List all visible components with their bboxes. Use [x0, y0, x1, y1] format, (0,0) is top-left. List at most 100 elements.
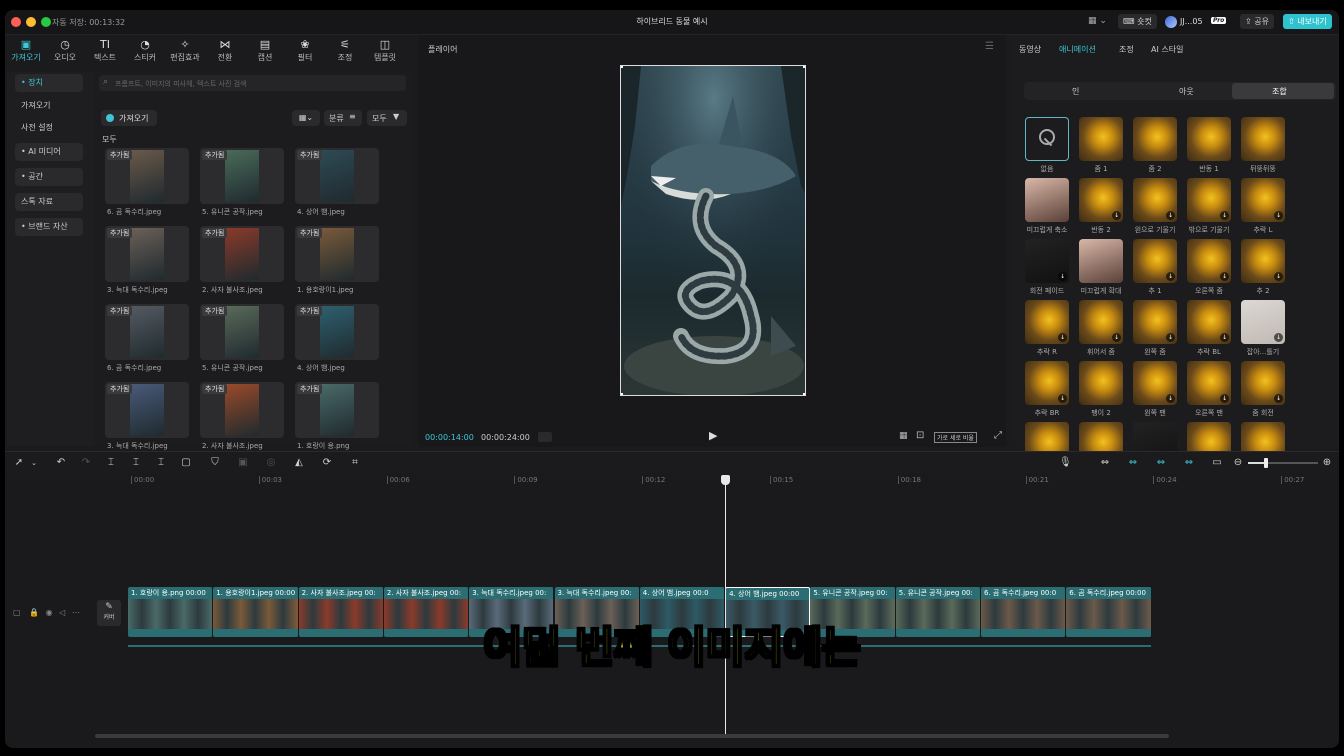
zoom-out-icon[interactable]: ⊖: [1232, 457, 1244, 469]
preview-image[interactable]: [620, 65, 806, 396]
download-icon[interactable]: ↓: [1166, 333, 1175, 342]
media-thumbnail[interactable]: 추가됨: [295, 304, 379, 360]
sidebar-item-preset[interactable]: 사전 설정: [15, 119, 83, 137]
download-icon[interactable]: ↓: [1112, 333, 1121, 342]
fit-icon[interactable]: ▦: [899, 431, 908, 441]
mirror-icon[interactable]: ◭: [293, 457, 305, 469]
tab-ai-style[interactable]: AI 스타일: [1151, 44, 1183, 55]
split-left-icon[interactable]: ⌶: [130, 457, 142, 469]
animation-preset[interactable]: ↓: [1025, 300, 1069, 344]
sort-button[interactable]: 분류 ≡: [324, 110, 362, 126]
animation-preset[interactable]: [1187, 117, 1231, 161]
zoom-slider-handle[interactable]: [1264, 458, 1268, 468]
sidebar-item-stock[interactable]: 스톡 자료: [15, 193, 83, 211]
rotate-icon[interactable]: ⟳: [321, 457, 333, 469]
animation-preset[interactable]: [1025, 178, 1069, 222]
download-icon[interactable]: ↓: [1274, 272, 1283, 281]
sidebar-item-import[interactable]: 가져오기: [15, 97, 83, 115]
media-thumbnail[interactable]: 추가됨: [105, 226, 189, 282]
sidebar-item-brand[interactable]: • 브랜드 자산: [15, 218, 83, 236]
download-icon[interactable]: ↓: [1166, 394, 1175, 403]
playhead-handle[interactable]: [721, 475, 730, 485]
filter-all-button[interactable]: 모두 ▼: [367, 110, 407, 126]
screenshot-icon[interactable]: ⊡: [916, 430, 924, 441]
animation-preset[interactable]: ↓: [1079, 300, 1123, 344]
shortcut-button[interactable]: ⌨ 숏컷: [1118, 14, 1157, 29]
chevron-down-icon[interactable]: ⌄: [28, 457, 40, 469]
animation-preset[interactable]: ↓: [1187, 178, 1231, 222]
share-button[interactable]: ⇪ 공유: [1240, 14, 1274, 29]
tab-video[interactable]: 동영상: [1019, 44, 1041, 55]
aspect-ratio-button[interactable]: 가로 세로 비율: [934, 432, 977, 443]
download-icon[interactable]: ↓: [1166, 211, 1175, 220]
animation-preset[interactable]: ↓: [1133, 239, 1177, 283]
animation-preset[interactable]: ↓: [1241, 178, 1285, 222]
zoom-in-icon[interactable]: ⊕: [1321, 457, 1333, 469]
animation-preset[interactable]: [1079, 117, 1123, 161]
media-thumbnail[interactable]: 추가됨: [200, 304, 284, 360]
tool-audio[interactable]: ◷ 오디오: [46, 37, 84, 69]
media-thumbnail[interactable]: 추가됨: [105, 382, 189, 438]
timeline-scrollbar[interactable]: [95, 734, 1169, 738]
download-icon[interactable]: ↓: [1112, 211, 1121, 220]
download-icon[interactable]: ↓: [1058, 394, 1067, 403]
download-icon[interactable]: ↓: [1058, 333, 1067, 342]
subtab-out[interactable]: 아웃: [1179, 86, 1194, 97]
animation-preset[interactable]: [1241, 117, 1285, 161]
view-toggle-icon[interactable]: ▦⌄: [292, 110, 320, 126]
fullscreen-icon[interactable]: ⤢: [994, 430, 1002, 441]
tab-animation[interactable]: 애니메이션: [1059, 44, 1096, 55]
animation-preset[interactable]: [1025, 117, 1069, 161]
animation-preset[interactable]: ↓: [1187, 361, 1231, 405]
fit-timeline-icon[interactable]: ▭: [1211, 457, 1223, 469]
animation-preset[interactable]: ↓: [1241, 239, 1285, 283]
download-icon[interactable]: ↓: [1220, 394, 1229, 403]
media-thumbnail[interactable]: 추가됨: [105, 148, 189, 204]
download-icon[interactable]: ↓: [1274, 333, 1283, 342]
tool-effects[interactable]: ✧ 편집효과: [166, 37, 204, 69]
media-thumbnail[interactable]: 추가됨: [200, 148, 284, 204]
resize-handle[interactable]: [803, 66, 805, 68]
animation-preset[interactable]: ↓: [1133, 361, 1177, 405]
split-icon[interactable]: ⌶: [105, 457, 117, 469]
animation-preset[interactable]: [1079, 361, 1123, 405]
subtab-in[interactable]: 인: [1072, 86, 1079, 97]
import-button[interactable]: 가져오기: [101, 110, 157, 126]
download-icon[interactable]: ↓: [1220, 272, 1229, 281]
subtab-combo[interactable]: 조합: [1232, 83, 1334, 99]
zoom-slider[interactable]: [1248, 458, 1318, 468]
preview-axis-icon[interactable]: ⇔: [1183, 457, 1195, 469]
crop-icon[interactable]: ⌗: [349, 457, 361, 469]
media-thumbnail[interactable]: 추가됨: [200, 226, 284, 282]
tool-transition[interactable]: ⋈ 전환: [206, 37, 244, 69]
search-input[interactable]: ⌕ 프롬프트, 이미지의 피사체, 텍스트 사진 검색: [99, 75, 406, 91]
mask-icon[interactable]: ⛉: [209, 457, 221, 469]
animation-preset[interactable]: ↓: [1241, 300, 1285, 344]
sidebar-item-space[interactable]: • 공간: [15, 168, 83, 186]
download-icon[interactable]: ↓: [1058, 272, 1067, 281]
select-tool-icon[interactable]: ➚: [13, 457, 25, 469]
export-button[interactable]: ⇧ 내보내기: [1283, 14, 1332, 29]
media-thumbnail[interactable]: 추가됨: [295, 382, 379, 438]
media-thumbnail[interactable]: 추가됨: [200, 382, 284, 438]
animation-preset[interactable]: ↓: [1025, 361, 1069, 405]
magnet-icon[interactable]: ⇔: [1127, 457, 1139, 469]
timecode-icon[interactable]: [538, 432, 552, 442]
download-icon[interactable]: ↓: [1220, 211, 1229, 220]
freeze-icon[interactable]: ▣: [237, 457, 249, 469]
tool-sticker[interactable]: ◔ 스티커: [126, 37, 164, 69]
animation-preset[interactable]: ↓: [1133, 178, 1177, 222]
sidebar-item-device[interactable]: • 장치: [15, 74, 83, 92]
play-button[interactable]: ▶: [709, 429, 717, 442]
animation-preset[interactable]: ↓: [1187, 239, 1231, 283]
sidebar-item-ai-media[interactable]: • AI 미디어: [15, 143, 83, 161]
tool-import[interactable]: ▣ 가져오기: [7, 37, 45, 69]
resize-handle[interactable]: [803, 393, 805, 395]
delete-icon[interactable]: ▢: [180, 457, 192, 469]
redo-icon[interactable]: ↷: [80, 457, 92, 469]
media-thumbnail[interactable]: 추가됨: [105, 304, 189, 360]
download-icon[interactable]: ↓: [1274, 394, 1283, 403]
resize-handle[interactable]: [621, 66, 623, 68]
download-icon[interactable]: ↓: [1220, 333, 1229, 342]
speed-icon[interactable]: ◎: [265, 457, 277, 469]
